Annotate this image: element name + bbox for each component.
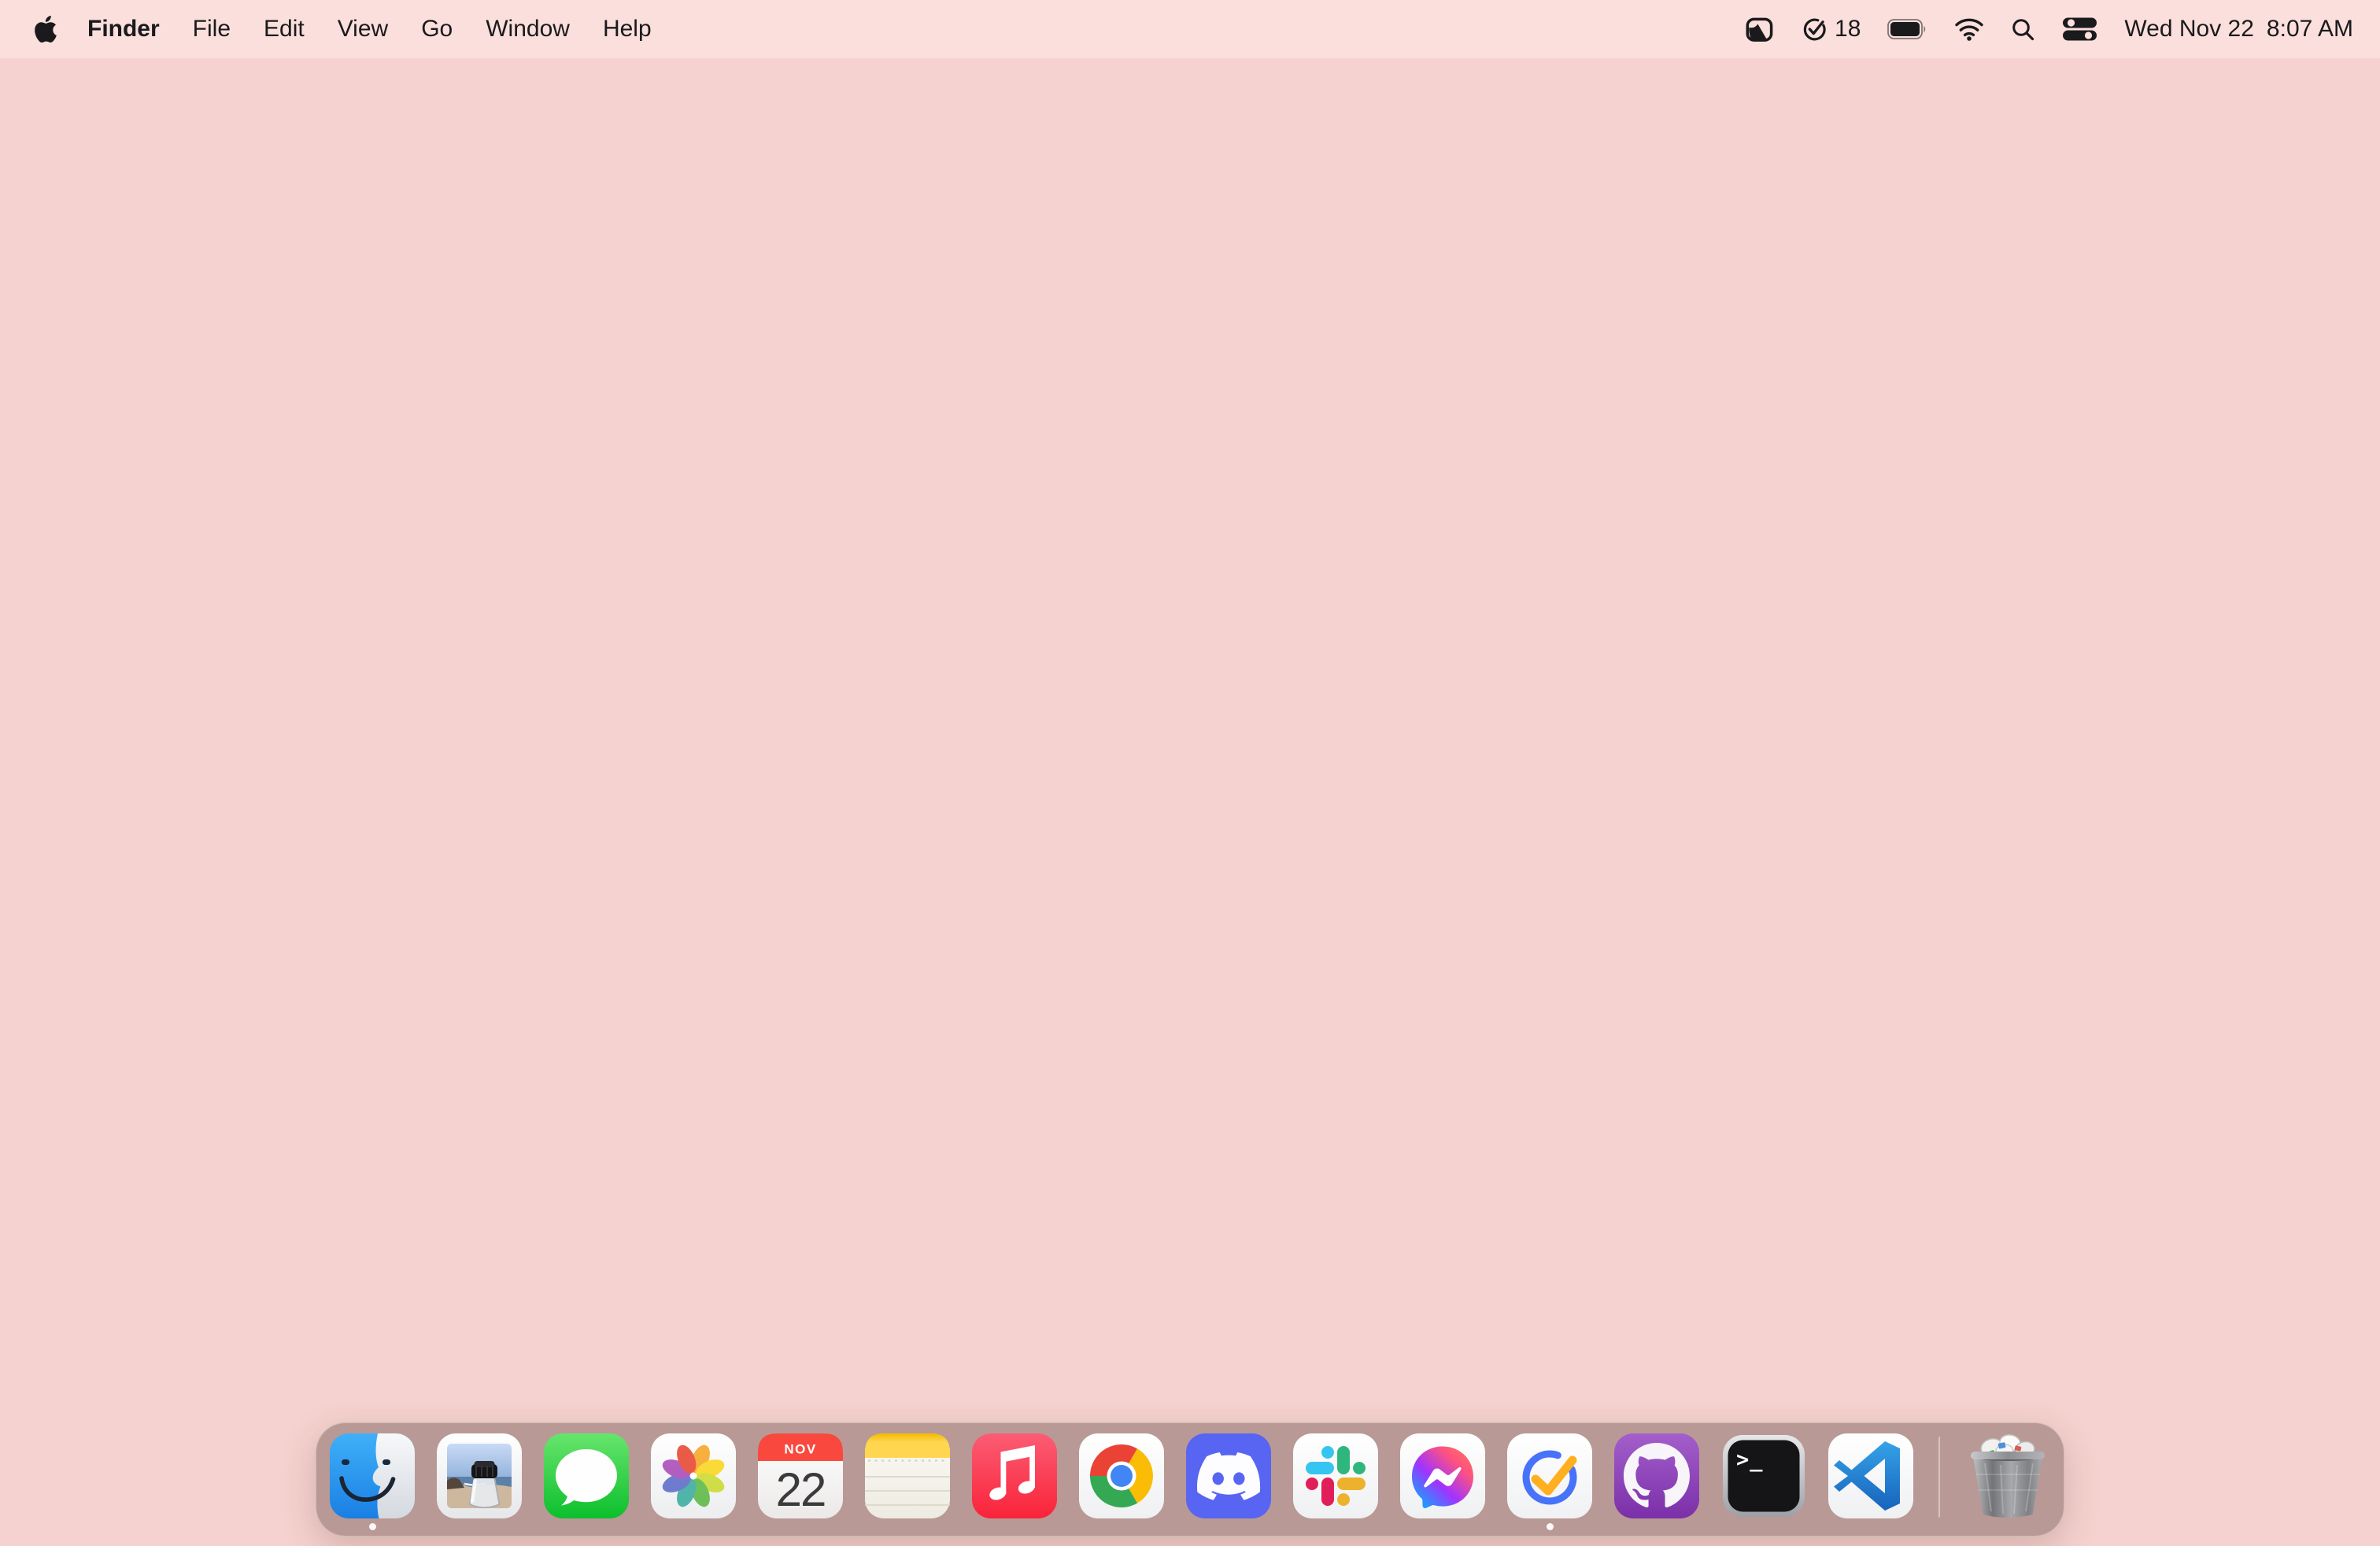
menu-bar: Finder File Edit View Go Window Help 18 [0,0,2380,58]
vscode-icon [1828,1433,1913,1518]
dock-item-vscode[interactable] [1828,1433,1913,1518]
wifi-menu[interactable] [1954,0,1984,58]
chrome-icon [1079,1433,1164,1518]
ticktick-icon [1507,1433,1592,1518]
control-center-menu[interactable] [2062,0,2097,58]
music-icon [972,1433,1057,1518]
dock: NOV 22 >_ [316,1422,2064,1537]
calendar-day: 22 [776,1463,826,1516]
wallpaper[interactable] [0,58,2380,1546]
dock-item-messenger[interactable] [1400,1433,1485,1518]
control-center-icon [2063,17,2097,41]
app-menu-finder[interactable]: Finder [71,0,176,58]
apple-icon [35,16,57,43]
dock-item-terminal[interactable]: >_ [1721,1433,1806,1518]
menu-window[interactable]: Window [469,0,586,58]
menu-edit[interactable]: Edit [247,0,321,58]
dock-item-trash[interactable] [1965,1433,2050,1518]
battery-icon [1887,19,1926,39]
dock-item-discord[interactable] [1186,1433,1271,1518]
menu-go[interactable]: Go [405,0,469,58]
terminal-prompt: >_ [1736,1448,1764,1472]
wifi-icon [1955,18,1984,41]
menu-help[interactable]: Help [586,0,668,58]
ticktick-menu[interactable]: 18 [1801,0,1861,58]
dock-item-ticktick[interactable] [1507,1433,1592,1530]
menu-bar-left: Finder File Edit View Go Window Help [31,0,668,58]
messenger-icon [1400,1433,1485,1518]
running-indicator [1546,1523,1554,1530]
terminal-icon: >_ [1723,1435,1805,1517]
search-icon [2012,18,2034,40]
discord-icon [1186,1433,1271,1518]
dock-item-github[interactable] [1614,1433,1699,1518]
dock-separator [1938,1437,1940,1518]
notes-icon [865,1433,950,1518]
slack-icon [1293,1433,1378,1518]
dock-item-calendar[interactable]: NOV 22 [758,1433,843,1518]
photos-icon [651,1433,736,1518]
dock-item-slack[interactable] [1293,1433,1378,1518]
github-icon [1614,1433,1699,1518]
dock-item-music[interactable] [972,1433,1057,1518]
apple-menu[interactable] [31,0,71,58]
menu-view[interactable]: View [321,0,405,58]
dock-item-messages[interactable] [544,1433,629,1518]
preview-icon [437,1433,522,1518]
dock-item-preview[interactable] [437,1433,522,1518]
menu-date: Wed Nov 22 [2124,16,2254,42]
ticktick-check-icon [1803,18,1826,40]
battery-menu[interactable] [1887,0,1927,58]
dock-item-photos[interactable] [651,1433,736,1518]
menu-bar-status: 18 Wed Nov 22 8:07 AM [1745,0,2356,58]
running-indicator [368,1523,376,1530]
menu-file[interactable]: File [176,0,247,58]
finder-icon [330,1433,415,1518]
trash-full-icon [1971,1434,2045,1518]
calendar-icon: NOV 22 [758,1433,843,1518]
ticktick-task-count: 18 [1835,16,1861,42]
dock-item-finder[interactable] [330,1433,415,1530]
dock-item-notes[interactable] [865,1433,950,1518]
preview-loupe [468,1461,501,1509]
menu-time: 8:07 AM [2266,16,2353,42]
calendar-month: NOV [784,1442,816,1457]
desktop: Finder File Edit View Go Window Help 18 [0,0,2380,1546]
clock-menu[interactable]: Wed Nov 22 8:07 AM [2124,0,2353,58]
spotlight-menu[interactable] [2011,0,2035,58]
screen-capture-menu[interactable] [1745,0,1774,58]
messages-icon [544,1433,629,1518]
peel-capture-icon [1746,17,1773,42]
dock-item-chrome[interactable] [1079,1433,1164,1518]
